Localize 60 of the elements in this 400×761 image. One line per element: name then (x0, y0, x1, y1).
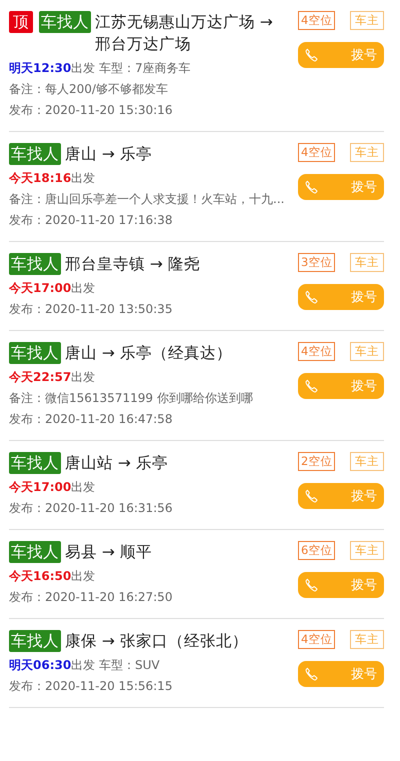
category-tag: 车找人 (9, 342, 61, 364)
departure-time: 明天06:30 (9, 658, 72, 672)
publish-time: 发布：2020-11-20 15:30:16 (9, 102, 174, 119)
departure-info: 出发 (71, 281, 96, 295)
departure-info: 出发 车型：SUV (71, 658, 160, 672)
departure-time: 今天17:00 (9, 281, 72, 295)
phone-icon (303, 289, 319, 305)
route-title[interactable]: 邢台皇寺镇 → 隆尧 (65, 253, 290, 275)
publish-time: 发布：2020-11-20 13:50:35 (9, 301, 174, 318)
phone-icon (303, 179, 319, 195)
publish-time: 发布：2020-11-20 16:47:58 (9, 411, 174, 428)
category-tag: 车找人 (9, 452, 61, 474)
seats-badge: 4空位 (298, 630, 336, 649)
departure-time: 今天16:50 (9, 569, 72, 583)
role-badge: 车主 (350, 253, 384, 272)
departure-info: 出发 (71, 569, 96, 583)
route-title[interactable]: 易县 → 顺平 (65, 541, 290, 563)
category-tag: 车找人 (9, 541, 61, 563)
seats-badge: 2空位 (298, 452, 336, 471)
route-title[interactable]: 唐山站 → 乐亭 (65, 452, 290, 474)
note-text: 备注：每人200/够不够都发车 (9, 81, 169, 98)
role-badge: 车主 (350, 452, 384, 471)
departure-time: 今天17:00 (9, 480, 72, 494)
departure-info: 出发 (71, 480, 96, 494)
phone-icon (303, 577, 319, 593)
phone-icon (303, 378, 319, 394)
departure-time: 明天12:30 (9, 61, 72, 75)
publish-time: 发布：2020-11-20 16:27:50 (9, 589, 174, 606)
pinned-badge: 顶 (9, 11, 33, 33)
role-badge: 车主 (350, 630, 384, 649)
category-tag: 车找人 (9, 630, 61, 652)
route-title[interactable]: 江苏无锡惠山万达广场 → 邢台万达广场 (95, 11, 290, 55)
seats-badge: 4空位 (298, 143, 336, 162)
route-title[interactable]: 唐山 → 乐亭（经真达） (65, 342, 290, 364)
route-title[interactable]: 康保 → 张家口（经张北） (65, 630, 290, 652)
phone-icon (303, 666, 319, 682)
seats-badge: 6空位 (298, 541, 336, 560)
role-badge: 车主 (350, 541, 384, 560)
publish-time: 发布：2020-11-20 15:56:15 (9, 678, 174, 695)
seats-badge: 4空位 (298, 11, 336, 30)
route-title[interactable]: 唐山 → 乐亭 (65, 143, 290, 165)
note-text: 备注：唐山回乐亭差一个人求支援！火车站，十九... (9, 191, 286, 208)
phone-icon (303, 488, 319, 504)
category-tag: 车找人 (39, 11, 91, 33)
role-badge: 车主 (350, 342, 384, 361)
publish-time: 发布：2020-11-20 16:31:56 (9, 500, 174, 517)
phone-icon (303, 47, 319, 63)
seats-badge: 3空位 (298, 253, 336, 272)
departure-info: 出发 (71, 370, 96, 384)
category-tag: 车找人 (9, 253, 61, 275)
role-badge: 车主 (350, 11, 384, 30)
seats-badge: 4空位 (298, 342, 336, 361)
departure-time: 今天18:16 (9, 171, 72, 185)
departure-info: 出发 (71, 171, 96, 185)
departure-info: 出发 车型：7座商务车 (71, 61, 191, 75)
departure-time: 今天22:57 (9, 370, 72, 384)
publish-time: 发布：2020-11-20 17:16:38 (9, 212, 174, 229)
note-text: 备注：微信15613571199 你到哪给你送到哪 (9, 390, 254, 407)
category-tag: 车找人 (9, 143, 61, 165)
role-badge: 车主 (350, 143, 384, 162)
